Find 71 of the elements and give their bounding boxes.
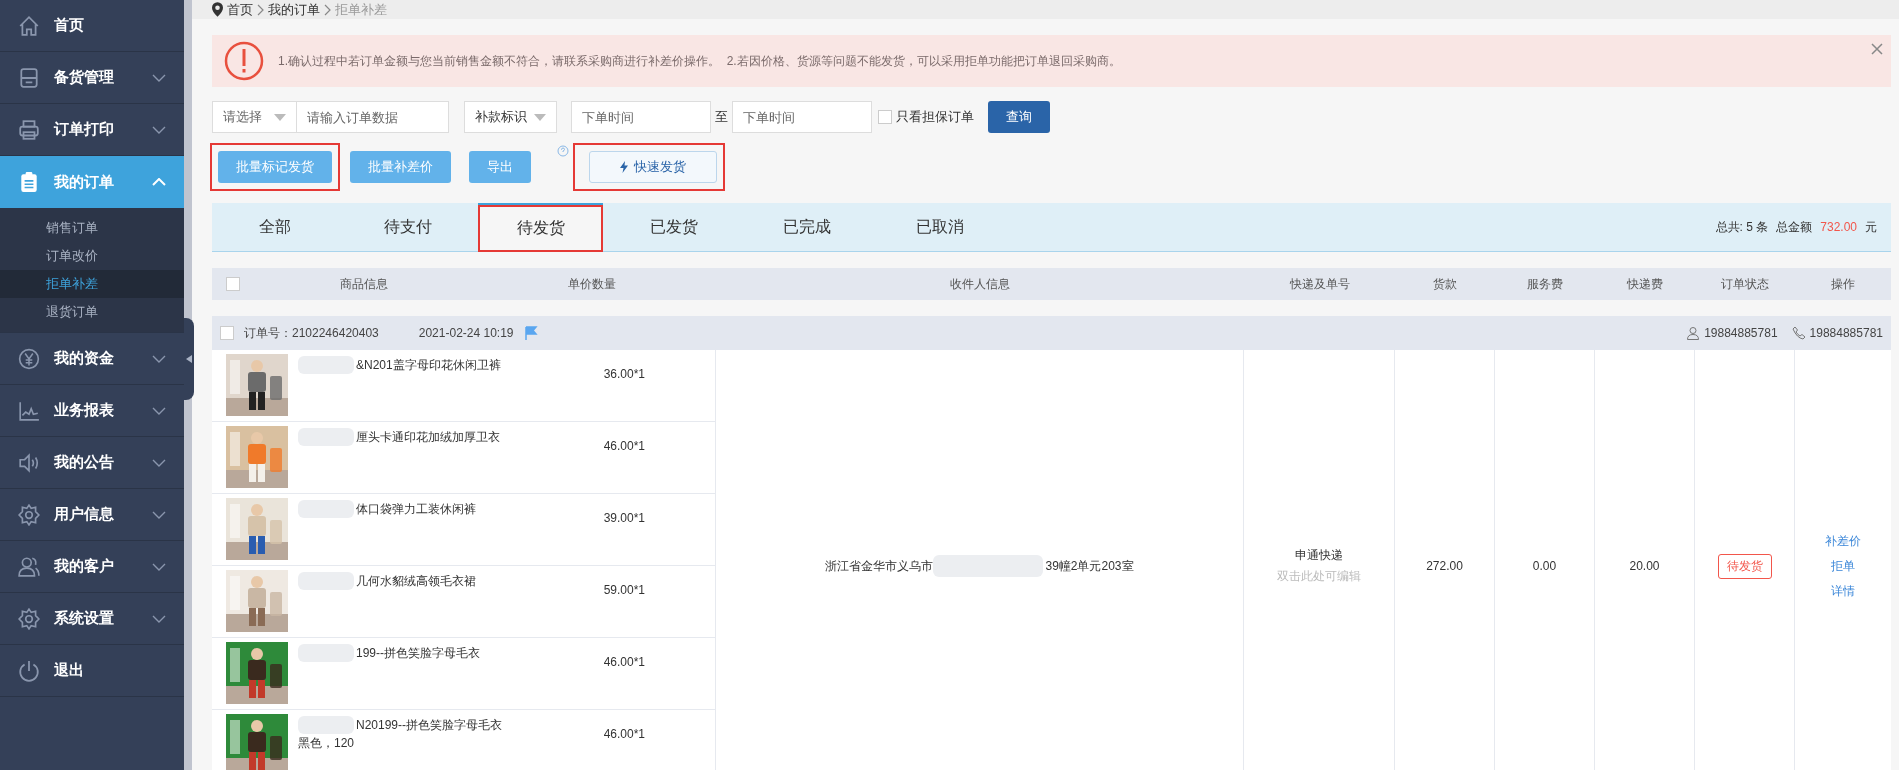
tab[interactable]: 全部 — [212, 203, 337, 251]
search-field[interactable]: 请输入订单数据 — [297, 101, 449, 133]
unit-price: 39.00*1 — [603, 510, 645, 525]
sidebar-item[interactable]: 退出 — [0, 645, 184, 697]
action-button[interactable]: 快速发货 — [589, 151, 717, 183]
action-link[interactable]: 详情 — [1831, 582, 1855, 600]
column-header: 快递费 — [1627, 276, 1663, 291]
action-link[interactable]: 拒单 — [1831, 557, 1855, 575]
unit-price: 46.00*1 — [603, 726, 645, 741]
sidebar-item[interactable]: 业务报表 — [0, 385, 184, 437]
unit-price: 46.00*1 — [603, 438, 645, 453]
submenu-item[interactable]: 订单改价 — [0, 242, 184, 270]
product-spec: 黑色，120 — [298, 735, 355, 752]
product-name: 体口袋弹力工装休闲裤 — [356, 501, 476, 518]
column-header: 订单状态 — [1721, 276, 1769, 291]
sidebar-item[interactable]: 我的客户 — [0, 541, 184, 593]
sidebar-item[interactable]: 我的公告 — [0, 437, 184, 489]
tab[interactable]: 待支付 — [345, 203, 470, 251]
product-name: 199--拼色笑脸字母毛衣 — [356, 645, 480, 662]
select-dropdown[interactable]: 请选择 — [212, 101, 297, 133]
select-dropdown[interactable]: 补款标识 — [464, 101, 557, 133]
action-link[interactable]: 补差价 — [1825, 532, 1861, 550]
order-number: 订单号：2102246420403 — [244, 324, 379, 342]
edit-hint: 双击此处可编辑 — [1277, 568, 1361, 585]
column-header: 货款 — [1433, 276, 1457, 291]
total-amount: 732.00 — [1820, 220, 1857, 234]
alert-text: 1.确认过程中若订单金额与您当前销售金额不符合，请联系采购商进行补差价操作。 2.若因价格、货源等问题不能发货，可以采用拒单功能把订单退回采购商。 — [278, 52, 1121, 70]
phone-number: 19884885781 — [1809, 326, 1883, 340]
column-header: 收件人信息 — [950, 276, 1010, 291]
column-header: 快递及单号 — [1289, 276, 1350, 291]
total-amount-label: 总金额 — [1776, 218, 1813, 236]
search-button[interactable]: 查询 — [988, 101, 1050, 133]
unit-price: 46.00*1 — [603, 654, 645, 669]
date-field[interactable]: 下单时间 — [732, 101, 872, 133]
sidebar-item[interactable]: 用户信息 — [0, 489, 184, 541]
range-separator: 至 — [715, 108, 728, 126]
buyer-account: 19884885781 — [1704, 326, 1778, 340]
tab[interactable]: 已完成 — [744, 203, 869, 251]
submenu-item[interactable]: 拒单补差 — [0, 270, 184, 298]
breadcrumb-link[interactable]: 首页 — [227, 0, 253, 19]
column-header: 商品信息 — [339, 275, 389, 293]
amount-cell: 0.00 — [1532, 559, 1557, 573]
submenu-item[interactable]: 退货订单 — [0, 298, 184, 326]
order-time: 2021-02-24 10:19 — [418, 326, 514, 340]
tab[interactable]: 已取消 — [877, 203, 1002, 251]
currency-unit: 元 — [1865, 218, 1877, 236]
column-header: 单价数量 — [568, 275, 616, 293]
amount-cell: 20.00 — [1629, 559, 1660, 573]
product-name: N20199--拼色笑脸字母毛衣 — [356, 717, 503, 734]
checkbox-label: 只看担保订单 — [896, 108, 974, 126]
submenu-item[interactable]: 销售订单 — [0, 214, 184, 242]
courier-name: 申通快递 — [1295, 547, 1343, 564]
amount-cell: 272.00 — [1426, 559, 1463, 573]
sidebar-item[interactable]: 备货管理 — [0, 52, 184, 104]
breadcrumb-link[interactable]: 我的订单 — [268, 0, 320, 19]
product-name: 几何水貂绒高领毛衣裙 — [356, 573, 476, 590]
column-header: 服务费 — [1527, 276, 1563, 291]
product-name: 厘头卡通印花加绒加厚卫衣 — [356, 429, 500, 446]
tab[interactable]: 已发货 — [611, 203, 736, 251]
tab[interactable]: 待发货 — [478, 203, 603, 252]
column-header: 操作 — [1831, 276, 1855, 291]
total-count: 总共: 5 条 — [1715, 218, 1769, 236]
address-text: 39幢2单元203室 — [1045, 557, 1134, 575]
status-badge: 待发货 — [1717, 553, 1772, 579]
sidebar-item[interactable]: 系统设置 — [0, 593, 184, 645]
sidebar-item[interactable]: 首页 — [0, 0, 184, 52]
product-name: &N201盖字母印花休闲卫裤 — [356, 357, 501, 374]
unit-price: 36.00*1 — [603, 366, 645, 381]
address-text: 浙江省金华市义乌市 — [825, 557, 934, 575]
unit-price: 59.00*1 — [603, 582, 645, 597]
date-field[interactable]: 下单时间 — [571, 101, 711, 133]
